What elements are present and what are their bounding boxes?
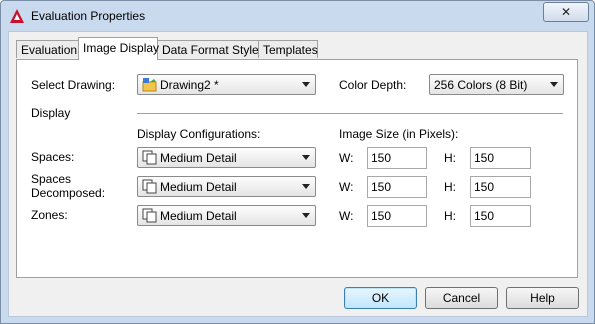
tab-image-display[interactable]: Image Display — [78, 37, 159, 60]
window-title: Evaluation Properties — [31, 9, 146, 23]
spaces-label: Spaces: — [31, 150, 75, 164]
spaces-height-input[interactable]: 150 — [470, 147, 531, 169]
zones-label: Zones: — [31, 208, 68, 222]
close-icon: ✕ — [560, 5, 572, 19]
image-display-panel: Select Drawing: Drawing2 * Color Depth: … — [16, 59, 578, 278]
cancel-button[interactable]: Cancel — [425, 287, 498, 309]
close-button[interactable]: ✕ — [543, 2, 589, 22]
display-config-icon — [142, 179, 157, 194]
tab-evaluation[interactable]: Evaluation — [16, 40, 79, 58]
tab-templates[interactable]: Templates — [258, 40, 318, 58]
width-label: W: — [339, 180, 354, 194]
chevron-down-icon — [302, 184, 310, 189]
spaces-width-input[interactable]: 150 — [367, 147, 427, 169]
spaces-decomposed-width-input[interactable]: 150 — [367, 176, 427, 198]
spaces-decomposed-display-config-dropdown[interactable]: Medium Detail — [137, 176, 316, 197]
help-button[interactable]: Help — [506, 287, 579, 309]
chevron-down-icon — [302, 82, 310, 87]
zones-height-input[interactable]: 150 — [470, 205, 531, 227]
height-label: H: — [444, 209, 456, 223]
display-section-label: Display — [31, 106, 71, 120]
spaces-decomposed-label: Spaces Decomposed: — [31, 172, 106, 200]
spaces-display-config-dropdown[interactable]: Medium Detail — [137, 147, 316, 168]
chevron-down-icon — [302, 155, 310, 160]
zones-width-input[interactable]: 150 — [367, 205, 427, 227]
image-size-header: Image Size (in Pixels): — [339, 127, 459, 141]
dialog-client: Evaluation Image Display Data Format Sty… — [8, 31, 588, 317]
tab-data-format-styles[interactable]: Data Format Styles — [157, 40, 265, 58]
width-label: W: — [339, 151, 354, 165]
title-bar[interactable]: Evaluation Properties ✕ — [1, 1, 594, 31]
chevron-down-icon — [550, 82, 558, 87]
drawing-icon — [142, 78, 157, 92]
autocad-app-icon — [10, 9, 24, 23]
height-label: H: — [444, 151, 456, 165]
height-label: H: — [444, 180, 456, 194]
select-drawing-dropdown[interactable]: Drawing2 * — [137, 74, 316, 95]
display-config-icon — [142, 150, 157, 165]
ok-button[interactable]: OK — [344, 287, 417, 309]
select-drawing-label: Select Drawing: — [31, 78, 116, 92]
zones-display-config-dropdown[interactable]: Medium Detail — [137, 205, 316, 226]
dialog-window: Evaluation Properties ✕ Evaluation Image… — [0, 0, 595, 324]
color-depth-dropdown[interactable]: 256 Colors (8 Bit) — [429, 74, 564, 95]
color-depth-label: Color Depth: — [339, 78, 407, 92]
section-divider — [137, 113, 563, 114]
width-label: W: — [339, 209, 354, 223]
display-config-icon — [142, 208, 157, 223]
spaces-decomposed-height-input[interactable]: 150 — [470, 176, 531, 198]
display-configurations-header: Display Configurations: — [137, 127, 261, 141]
chevron-down-icon — [302, 213, 310, 218]
